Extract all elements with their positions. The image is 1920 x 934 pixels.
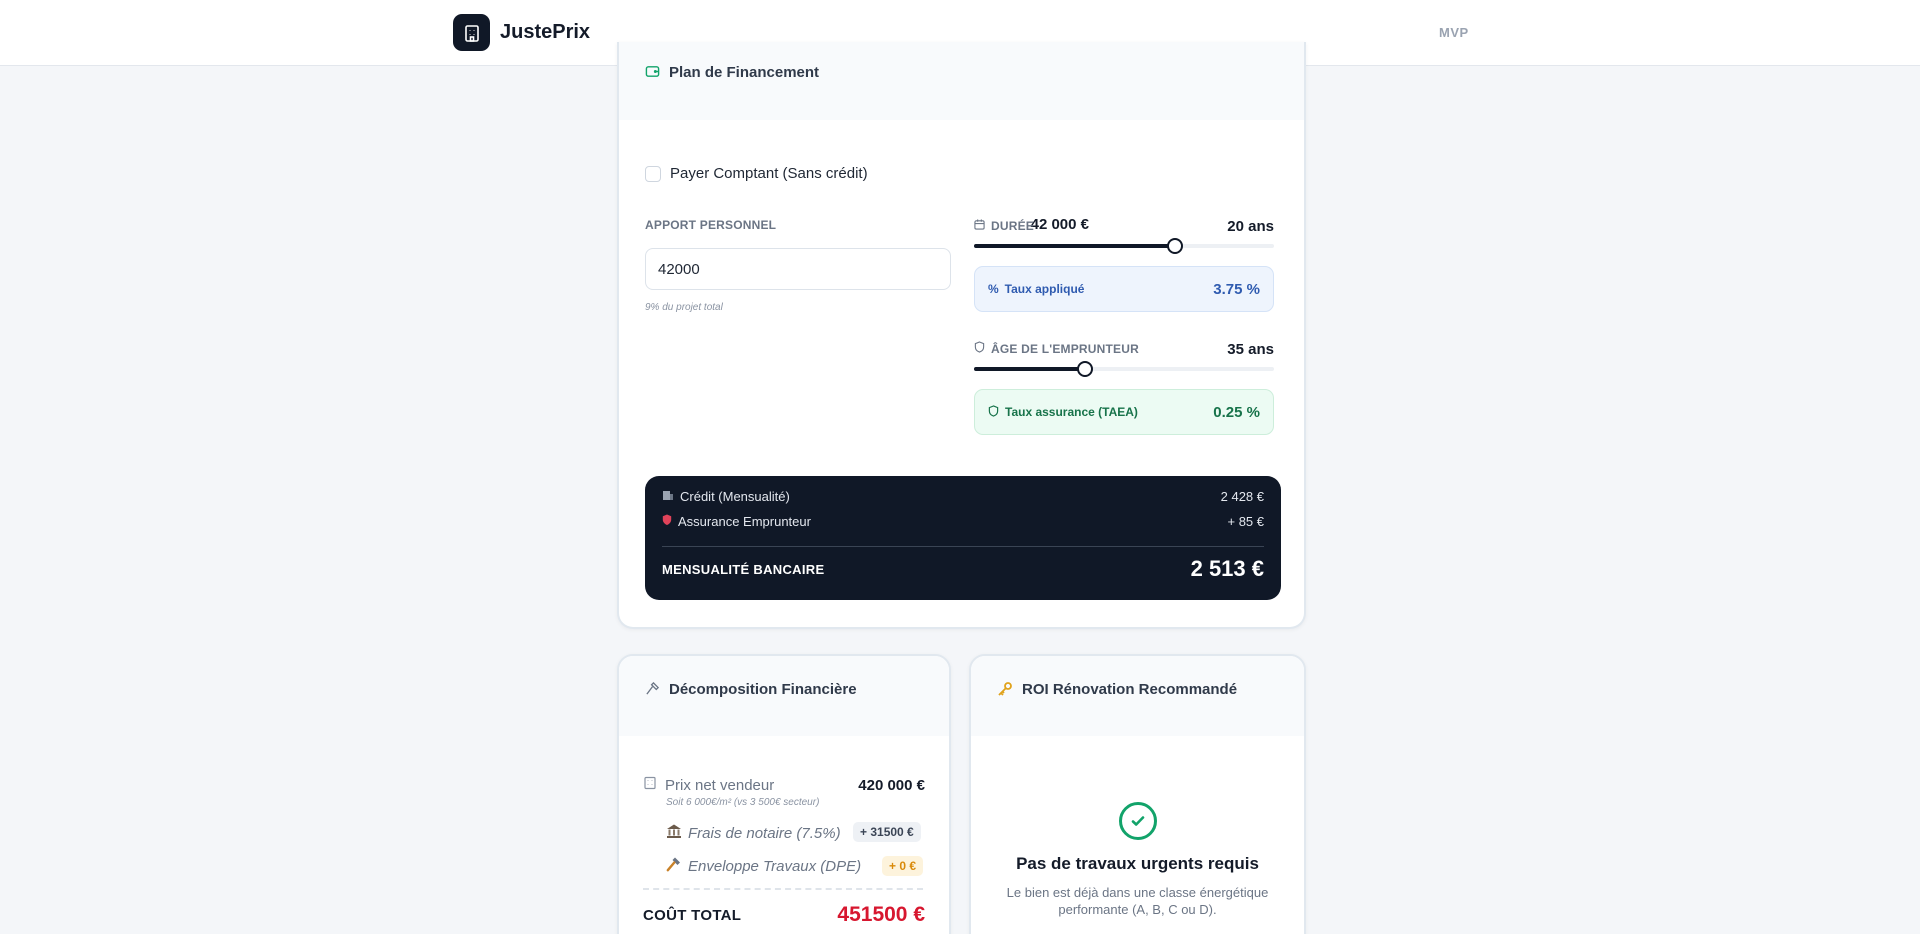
roi-heading: Pas de travaux urgents requis bbox=[1016, 854, 1259, 873]
taux-value: 3.75 % bbox=[1213, 280, 1260, 298]
duree-section: DURÉE 20 ans % Taux appliqué 3.75 % bbox=[974, 216, 1274, 312]
building-logo-icon bbox=[453, 14, 490, 51]
prix-sub: Soit 6 000€/m² (vs 3 500€ secteur) bbox=[666, 797, 820, 808]
notaire-row: Frais de notaire (7.5%) bbox=[666, 823, 841, 844]
duree-label: DURÉE bbox=[991, 219, 1035, 233]
assurance-value: + 85 € bbox=[1227, 514, 1264, 529]
check-circle-icon bbox=[1118, 802, 1157, 840]
bank-building-icon bbox=[666, 823, 682, 844]
assurance-rate-value: 0.25 % bbox=[1213, 403, 1260, 421]
duree-slider-fill bbox=[974, 244, 1175, 248]
roi-title: ROI Rénovation Recommandé bbox=[1022, 681, 1238, 698]
mensualite-summary: Crédit (Mensualité) 2 428 € Assurance Em… bbox=[645, 476, 1281, 600]
pay-cash-label: Payer Comptant (Sans crédit) bbox=[670, 165, 868, 182]
hammer-color-icon bbox=[666, 856, 682, 877]
shield-icon bbox=[974, 340, 985, 358]
travaux-badge: + 0 € bbox=[882, 856, 924, 876]
apport-hint: 9% du projet total bbox=[645, 302, 723, 313]
duree-slider[interactable] bbox=[974, 238, 1274, 254]
mensualite-total-label: MENSUALITÉ BANCAIRE bbox=[662, 561, 825, 577]
apport-input[interactable] bbox=[645, 248, 951, 290]
app-name: JustePrix bbox=[500, 21, 591, 43]
credit-value: 2 428 € bbox=[1220, 489, 1264, 504]
duree-value: 20 ans bbox=[1227, 217, 1274, 235]
assurance-rate-label: Taux assurance (TAEA) bbox=[1005, 405, 1138, 419]
prix-value: 420 000 € bbox=[858, 777, 925, 794]
notaire-label: Frais de notaire (7.5%) bbox=[688, 825, 841, 842]
wallet-icon bbox=[645, 64, 660, 84]
credit-label: Crédit (Mensualité) bbox=[680, 489, 790, 504]
age-section: ÂGE DE L'EMPRUNTEUR 35 ans Taux assuranc… bbox=[974, 339, 1274, 435]
roi-card-header: ROI Rénovation Recommandé bbox=[971, 656, 1304, 736]
assurance-row: Assurance Emprunteur + 85 € bbox=[662, 514, 1264, 529]
pay-cash-option[interactable]: Payer Comptant (Sans crédit) bbox=[645, 165, 868, 182]
mensualite-total-value: 2 513 € bbox=[1190, 556, 1264, 581]
travaux-row: Enveloppe Travaux (DPE) bbox=[666, 856, 861, 877]
bank-icon bbox=[662, 489, 674, 504]
roi-description: Le bien est déjà dans une classe énergét… bbox=[1006, 885, 1269, 917]
building-icon bbox=[643, 776, 657, 795]
prix-label: Prix net vendeur bbox=[665, 777, 775, 794]
mvp-badge: MVP bbox=[1439, 25, 1469, 40]
key-icon bbox=[997, 681, 1013, 702]
taux-assurance-box: Taux assurance (TAEA) 0.25 % bbox=[974, 389, 1274, 435]
assurance-label: Assurance Emprunteur bbox=[678, 514, 811, 529]
cout-total-label: COÛT TOTAL bbox=[643, 907, 742, 924]
decomposition-card-header: Décomposition Financière bbox=[619, 656, 949, 736]
prix-row: Prix net vendeur bbox=[643, 776, 774, 795]
pay-cash-checkbox[interactable] bbox=[645, 165, 661, 182]
summary-divider bbox=[662, 546, 1264, 547]
shield-check-icon bbox=[988, 404, 999, 420]
decomposition-title: Décomposition Financière bbox=[669, 681, 857, 698]
plan-card-title: Plan de Financement bbox=[669, 64, 820, 81]
age-label: ÂGE DE L'EMPRUNTEUR bbox=[991, 342, 1139, 356]
age-value: 35 ans bbox=[1227, 340, 1274, 358]
hammer-icon bbox=[645, 681, 660, 701]
taux-label: Taux appliqué bbox=[1004, 282, 1085, 296]
plan-financement-card: Plan de Financement Payer Comptant (Sans… bbox=[617, 42, 1306, 629]
age-slider-thumb[interactable] bbox=[1077, 361, 1093, 377]
age-slider[interactable] bbox=[974, 361, 1274, 377]
shield-red-icon bbox=[662, 514, 672, 529]
travaux-label: Enveloppe Travaux (DPE) bbox=[688, 858, 862, 875]
taux-applique-box: % Taux appliqué 3.75 % bbox=[974, 266, 1274, 312]
duree-slider-thumb[interactable] bbox=[1167, 238, 1183, 254]
plan-card-header: Plan de Financement bbox=[619, 42, 1304, 120]
age-slider-fill bbox=[974, 367, 1085, 371]
mensualite-total-row: MENSUALITÉ BANCAIRE 2 513 € bbox=[662, 556, 1264, 582]
calendar-icon bbox=[974, 217, 985, 235]
percent-icon: % bbox=[988, 282, 999, 296]
credit-row: Crédit (Mensualité) 2 428 € bbox=[662, 489, 1264, 504]
cout-total-value: 451500 € bbox=[837, 903, 925, 926]
decomposition-divider bbox=[643, 888, 923, 890]
brand[interactable]: JustePrix bbox=[453, 14, 590, 51]
roi-body: Pas de travaux urgents requis Le bien es… bbox=[971, 802, 1304, 918]
notaire-badge: + 31500 € bbox=[853, 822, 921, 842]
roi-card: ROI Rénovation Recommandé Pas de travaux… bbox=[969, 654, 1306, 934]
apport-label: APPORT PERSONNEL bbox=[645, 218, 777, 232]
